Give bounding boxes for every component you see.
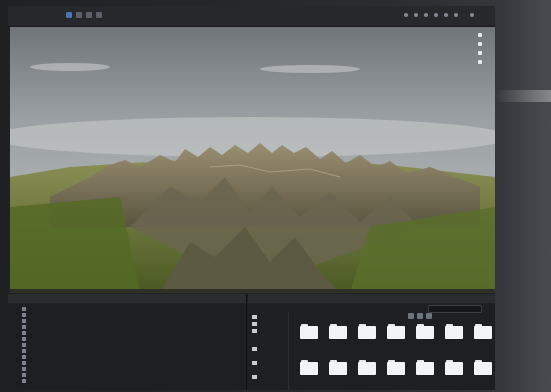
gizmo-toggle-icon[interactable] <box>404 13 408 17</box>
terrain-render <box>10 27 495 293</box>
hierarchy-header[interactable] <box>8 294 246 303</box>
folder-icon[interactable] <box>445 360 463 375</box>
gizmo-center-icon[interactable] <box>478 60 482 64</box>
forest-left <box>10 197 140 293</box>
project-tree-item[interactable] <box>252 360 259 366</box>
folder-icon[interactable] <box>416 360 434 375</box>
viewport-bottom-shadow <box>10 289 495 293</box>
monitor-bezel <box>495 0 551 392</box>
label-icon[interactable] <box>426 313 432 319</box>
animator-tab-button[interactable] <box>96 12 102 18</box>
project-panel <box>248 294 495 390</box>
project-header[interactable] <box>248 294 495 303</box>
project-tree-item[interactable] <box>252 321 259 327</box>
folder-icon[interactable] <box>387 360 405 375</box>
editor-screen <box>8 6 495 390</box>
project-tree-item[interactable] <box>252 314 259 320</box>
audio-toggle-icon[interactable] <box>424 13 428 17</box>
folder-icon[interactable] <box>329 324 347 339</box>
menu-tab-file[interactable] <box>14 11 18 20</box>
lighting-toggle-icon[interactable] <box>414 13 418 17</box>
screen-glare <box>495 90 551 102</box>
game-tab-button[interactable] <box>76 12 82 18</box>
project-search-input[interactable] <box>428 305 482 313</box>
folder-icon[interactable] <box>387 324 405 339</box>
folder-icon[interactable] <box>300 360 318 375</box>
cloud <box>30 63 110 71</box>
folder-icon[interactable] <box>416 324 434 339</box>
hierarchy-row[interactable] <box>22 379 29 385</box>
folder-icon[interactable] <box>358 324 376 339</box>
main-toolbar <box>8 6 495 27</box>
create-icon[interactable] <box>408 313 414 319</box>
folder-icon[interactable] <box>300 324 318 339</box>
project-tree-item[interactable] <box>252 346 259 352</box>
project-tree-item[interactable] <box>252 328 259 334</box>
camera-settings-icon[interactable] <box>444 13 448 17</box>
search-icon[interactable] <box>470 13 474 17</box>
folder-icon[interactable] <box>329 360 347 375</box>
scene-gizmo-icon[interactable] <box>473 33 487 73</box>
gizmo-axis-x-icon[interactable] <box>478 42 482 46</box>
filter-icon[interactable] <box>417 313 423 319</box>
menu-tab-edit[interactable] <box>34 11 38 20</box>
gizmo-axis-z-icon[interactable] <box>478 51 482 55</box>
folder-icon[interactable] <box>474 360 492 375</box>
cloud <box>260 65 360 73</box>
effects-toggle-icon[interactable] <box>434 13 438 17</box>
project-folder-tree <box>248 312 289 390</box>
scene-viewport[interactable] <box>10 27 495 293</box>
folder-icon[interactable] <box>445 324 463 339</box>
hierarchy-panel <box>8 294 247 390</box>
gizmo-axis-y-icon[interactable] <box>478 33 482 37</box>
gizmos-dropdown-icon[interactable] <box>454 13 458 17</box>
bottom-panels <box>8 294 495 390</box>
asset-store-tab-button[interactable] <box>86 12 92 18</box>
folder-icon[interactable] <box>474 324 492 339</box>
folder-icon[interactable] <box>358 360 376 375</box>
project-tree-item[interactable] <box>252 374 259 380</box>
scene-tab-button[interactable] <box>66 12 72 18</box>
